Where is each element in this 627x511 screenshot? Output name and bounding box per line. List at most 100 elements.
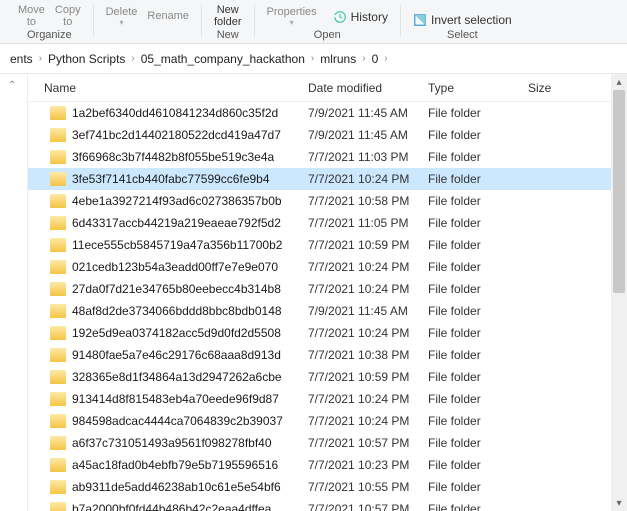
scroll-track[interactable] — [611, 90, 627, 495]
ribbon-new-folder[interactable]: New folder — [214, 4, 242, 28]
scroll-thumb[interactable] — [613, 90, 625, 293]
folder-icon — [50, 106, 66, 120]
ribbon-invert-selection[interactable]: Invert selection — [413, 13, 512, 27]
folder-icon — [50, 260, 66, 274]
table-row[interactable]: 021cedb123b54a3eadd00ff7e7e9e0707/7/2021… — [28, 256, 627, 278]
file-type: File folder — [428, 216, 528, 230]
ribbon-group-new: New — [217, 29, 239, 41]
file-name: 4ebe1a3927214f93ad6c027386357b0b — [72, 194, 282, 208]
table-row[interactable]: 48af8d2de3734066bddd8bbc8bdb01487/9/2021… — [28, 300, 627, 322]
file-date: 7/7/2021 10:24 PM — [308, 414, 428, 428]
label: folder — [214, 16, 242, 28]
file-type: File folder — [428, 480, 528, 494]
table-row[interactable]: a45ac18fad0b4ebfb79e5b7195596516 7/7/2021… — [28, 454, 627, 476]
folder-icon — [50, 480, 66, 494]
scroll-up-icon[interactable]: ▴ — [611, 74, 627, 90]
label: to — [63, 16, 72, 28]
file-type: File folder — [428, 304, 528, 318]
label: New — [217, 4, 239, 16]
breadcrumb-item[interactable]: mlruns — [316, 52, 360, 66]
table-row[interactable]: 27da0f7d21e34765b80eebecc4b314b87/7/2021… — [28, 278, 627, 300]
folder-icon — [50, 436, 66, 450]
file-type: File folder — [428, 260, 528, 274]
file-date: 7/7/2021 10:59 PM — [308, 238, 428, 252]
breadcrumb-item[interactable]: 05_math_company_hackathon — [137, 52, 309, 66]
ribbon: Move to Copy to Organize Delete ▾ Rename — [0, 0, 627, 44]
chevron-right-icon[interactable]: › — [382, 53, 389, 64]
chevron-down-icon: ▾ — [290, 18, 294, 27]
table-row[interactable]: 3fe53f7141cb440fabc77599cc6fe9b47/7/2021… — [28, 168, 627, 190]
table-row[interactable]: 984598adcac4444ca7064839c2b390377/7/2021… — [28, 410, 627, 432]
table-row[interactable]: 3f66968c3b7f4482b8f055be519c3e4a7/7/2021… — [28, 146, 627, 168]
folder-icon — [50, 238, 66, 252]
file-type: File folder — [428, 436, 528, 450]
breadcrumb[interactable]: ents›Python Scripts›05_math_company_hack… — [0, 44, 627, 74]
file-date: 7/9/2021 11:45 AM — [308, 128, 428, 142]
table-row[interactable]: 4ebe1a3927214f93ad6c027386357b0b 7/7/2021… — [28, 190, 627, 212]
chevron-right-icon[interactable]: › — [309, 53, 316, 64]
table-row[interactable]: 3ef741bc2d14402180522dcd419a47d7 7/9/2021… — [28, 124, 627, 146]
file-name: 11ece555cb5845719a47a356b11700b2 — [72, 238, 282, 252]
file-date: 7/7/2021 10:24 PM — [308, 172, 428, 186]
breadcrumb-item[interactable]: 0 — [368, 52, 383, 66]
file-name: 3ef741bc2d14402180522dcd419a47d7 — [72, 128, 281, 142]
table-row[interactable]: 6d43317accb44219a219eaeae792f5d27/7/2021… — [28, 212, 627, 234]
file-type: File folder — [428, 326, 528, 340]
file-type: File folder — [428, 238, 528, 252]
folder-icon — [50, 414, 66, 428]
table-row[interactable]: 1a2bef6340dd4610841234d860c35f2d7/9/2021… — [28, 102, 627, 124]
file-list: Name Date modified Type Size 1a2bef6340d… — [28, 74, 627, 511]
chevron-right-icon[interactable]: › — [129, 53, 136, 64]
chevron-right-icon[interactable]: › — [37, 53, 44, 64]
breadcrumb-item[interactable]: ents — [6, 52, 37, 66]
file-date: 7/7/2021 10:23 PM — [308, 458, 428, 472]
history-icon — [333, 10, 347, 24]
file-name: 192e5d9ea0374182acc5d9d0fd2d5508 — [72, 326, 281, 340]
column-name[interactable]: Name — [28, 81, 308, 95]
column-date[interactable]: Date modified — [308, 81, 428, 95]
table-row[interactable]: a6f37c731051493a9561f098278fbf407/7/2021… — [28, 432, 627, 454]
file-date: 7/7/2021 10:24 PM — [308, 282, 428, 296]
file-type: File folder — [428, 282, 528, 296]
file-type: File folder — [428, 150, 528, 164]
file-date: 7/7/2021 10:24 PM — [308, 260, 428, 274]
ribbon-rename[interactable]: Rename — [147, 10, 189, 22]
folder-icon — [50, 370, 66, 384]
table-row[interactable]: 328365e8d1f34864a13d2947262a6cbe7/7/2021… — [28, 366, 627, 388]
ribbon-move-to[interactable]: Move to — [18, 4, 45, 28]
file-name: ab9311de5add46238ab10c61e5e54bf6 — [72, 480, 281, 494]
file-name: a45ac18fad0b4ebfb79e5b7195596516 — [72, 458, 278, 472]
ribbon-delete[interactable]: Delete ▾ — [106, 6, 138, 27]
label: Delete — [106, 6, 138, 18]
table-row[interactable]: 192e5d9ea0374182acc5d9d0fd2d55087/7/2021… — [28, 322, 627, 344]
table-row[interactable]: 91480fae5a7e46c29176c68aaa8d913d7/7/2021… — [28, 344, 627, 366]
scroll-down-icon[interactable]: ▾ — [611, 495, 627, 511]
vertical-scrollbar[interactable]: ▴ ▾ — [611, 74, 627, 511]
file-type: File folder — [428, 370, 528, 384]
column-type[interactable]: Type — [428, 81, 528, 95]
ribbon-copy-to[interactable]: Copy to — [55, 4, 81, 28]
file-date: 7/7/2021 11:05 PM — [308, 216, 428, 230]
ribbon-group-organize: Organize — [27, 29, 72, 41]
label: Copy — [55, 4, 81, 16]
file-date: 7/7/2021 10:57 PM — [308, 502, 428, 511]
ribbon-history[interactable]: History — [333, 10, 388, 24]
ribbon-properties[interactable]: Properties ▾ — [267, 6, 317, 27]
file-date: 7/7/2021 10:58 PM — [308, 194, 428, 208]
chevron-right-icon[interactable]: › — [360, 53, 367, 64]
table-row[interactable]: b7a2000bf0fd44b486b42c2eaa4dffea7/7/2021… — [28, 498, 627, 511]
column-headers: Name Date modified Type Size — [28, 74, 627, 102]
file-name: 1a2bef6340dd4610841234d860c35f2d — [72, 106, 278, 120]
folder-icon — [50, 150, 66, 164]
file-type: File folder — [428, 502, 528, 511]
breadcrumb-item[interactable]: Python Scripts — [44, 52, 129, 66]
expand-icon[interactable]: ⌃ — [0, 74, 27, 97]
table-row[interactable]: 11ece555cb5845719a47a356b11700b2 7/7/2021… — [28, 234, 627, 256]
table-row[interactable]: ab9311de5add46238ab10c61e5e54bf67/7/2021… — [28, 476, 627, 498]
file-date: 7/7/2021 11:03 PM — [308, 150, 428, 164]
file-type: File folder — [428, 414, 528, 428]
table-row[interactable]: 913414d8f815483eb4a70eede96f9d877/7/2021… — [28, 388, 627, 410]
ribbon-group-open: Open — [314, 29, 341, 41]
file-date: 7/7/2021 10:59 PM — [308, 370, 428, 384]
file-date: 7/7/2021 10:57 PM — [308, 436, 428, 450]
